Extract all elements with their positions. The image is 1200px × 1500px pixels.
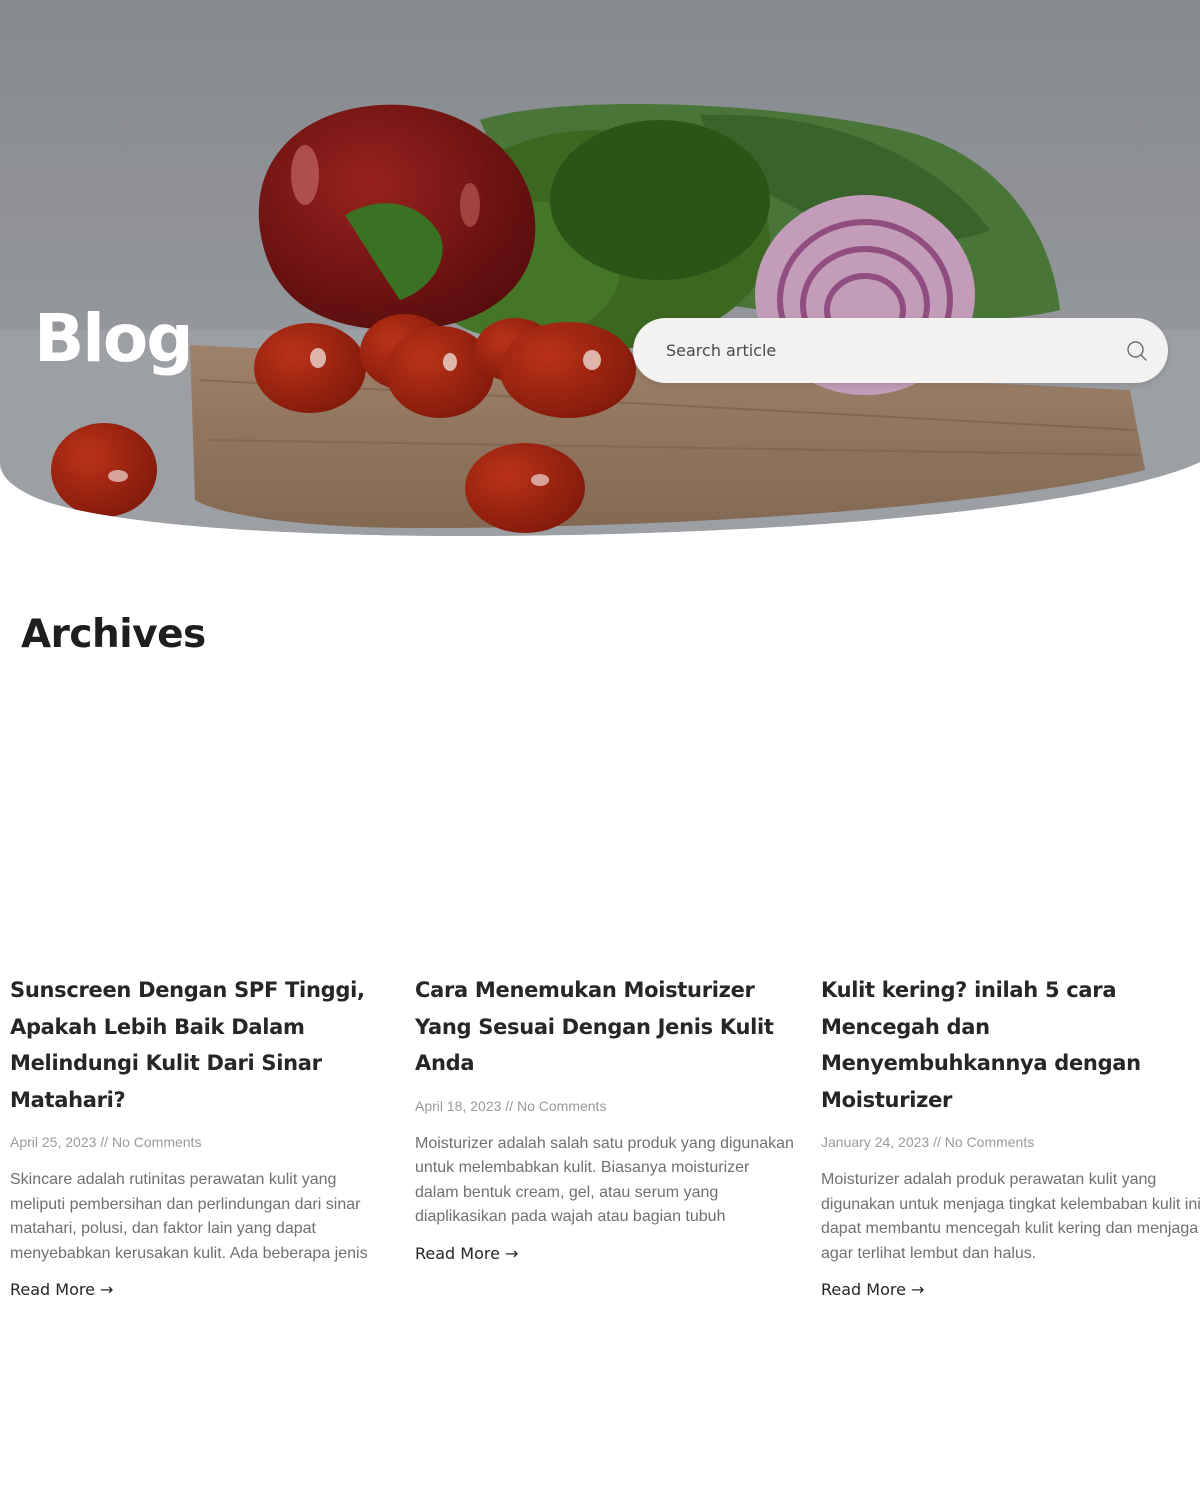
post-comments-link[interactable]: No Comments bbox=[517, 1098, 606, 1114]
archives-heading: Archives bbox=[21, 612, 206, 657]
meta-separator: // bbox=[501, 1097, 517, 1114]
hero-vegetables-image bbox=[0, 0, 1200, 536]
read-more-link[interactable]: Read More → bbox=[415, 1244, 518, 1263]
post-meta: January 24, 2023 // No Comments bbox=[821, 1132, 1200, 1152]
post-comments-link[interactable]: No Comments bbox=[112, 1134, 201, 1150]
post-meta: April 25, 2023 // No Comments bbox=[10, 1132, 390, 1152]
post-date: January 24, 2023 bbox=[821, 1134, 930, 1150]
meta-separator: // bbox=[929, 1134, 945, 1150]
post-date: April 18, 2023 bbox=[415, 1097, 502, 1114]
post-comments-link[interactable]: No Comments bbox=[945, 1134, 1034, 1150]
page-title: Blog bbox=[34, 300, 194, 377]
post-excerpt: Skincare adalah rutinitas perawatan kuli… bbox=[10, 1171, 368, 1262]
post-excerpt: Moisturizer adalah salah satu produk yan… bbox=[415, 1134, 794, 1226]
hero-banner: Blog bbox=[0, 0, 1200, 540]
post-excerpt: Moisturizer adalah produk perawatan kuli… bbox=[821, 1171, 1200, 1262]
search-bar[interactable] bbox=[633, 318, 1168, 383]
read-more-link[interactable]: Read More → bbox=[10, 1280, 113, 1299]
meta-separator: // bbox=[96, 1134, 112, 1150]
post-card: Cara Menemukan Moisturizer Yang Sesuai D… bbox=[415, 972, 795, 1264]
read-more-link[interactable]: Read More → bbox=[821, 1280, 924, 1299]
post-card: Kulit kering? inilah 5 cara Mencegah dan… bbox=[821, 972, 1200, 1300]
post-meta: April 18, 2023 // No Comments bbox=[415, 1096, 795, 1116]
post-title-link[interactable]: Sunscreen Dengan SPF Tinggi, Apakah Lebi… bbox=[10, 972, 390, 1118]
post-card: Sunscreen Dengan SPF Tinggi, Apakah Lebi… bbox=[10, 972, 390, 1300]
search-icon[interactable] bbox=[1126, 340, 1148, 362]
post-title-link[interactable]: Kulit kering? inilah 5 cara Mencegah dan… bbox=[821, 972, 1200, 1118]
search-input[interactable] bbox=[666, 330, 1106, 371]
post-title-link[interactable]: Cara Menemukan Moisturizer Yang Sesuai D… bbox=[415, 972, 795, 1082]
post-date: April 25, 2023 bbox=[10, 1134, 97, 1150]
